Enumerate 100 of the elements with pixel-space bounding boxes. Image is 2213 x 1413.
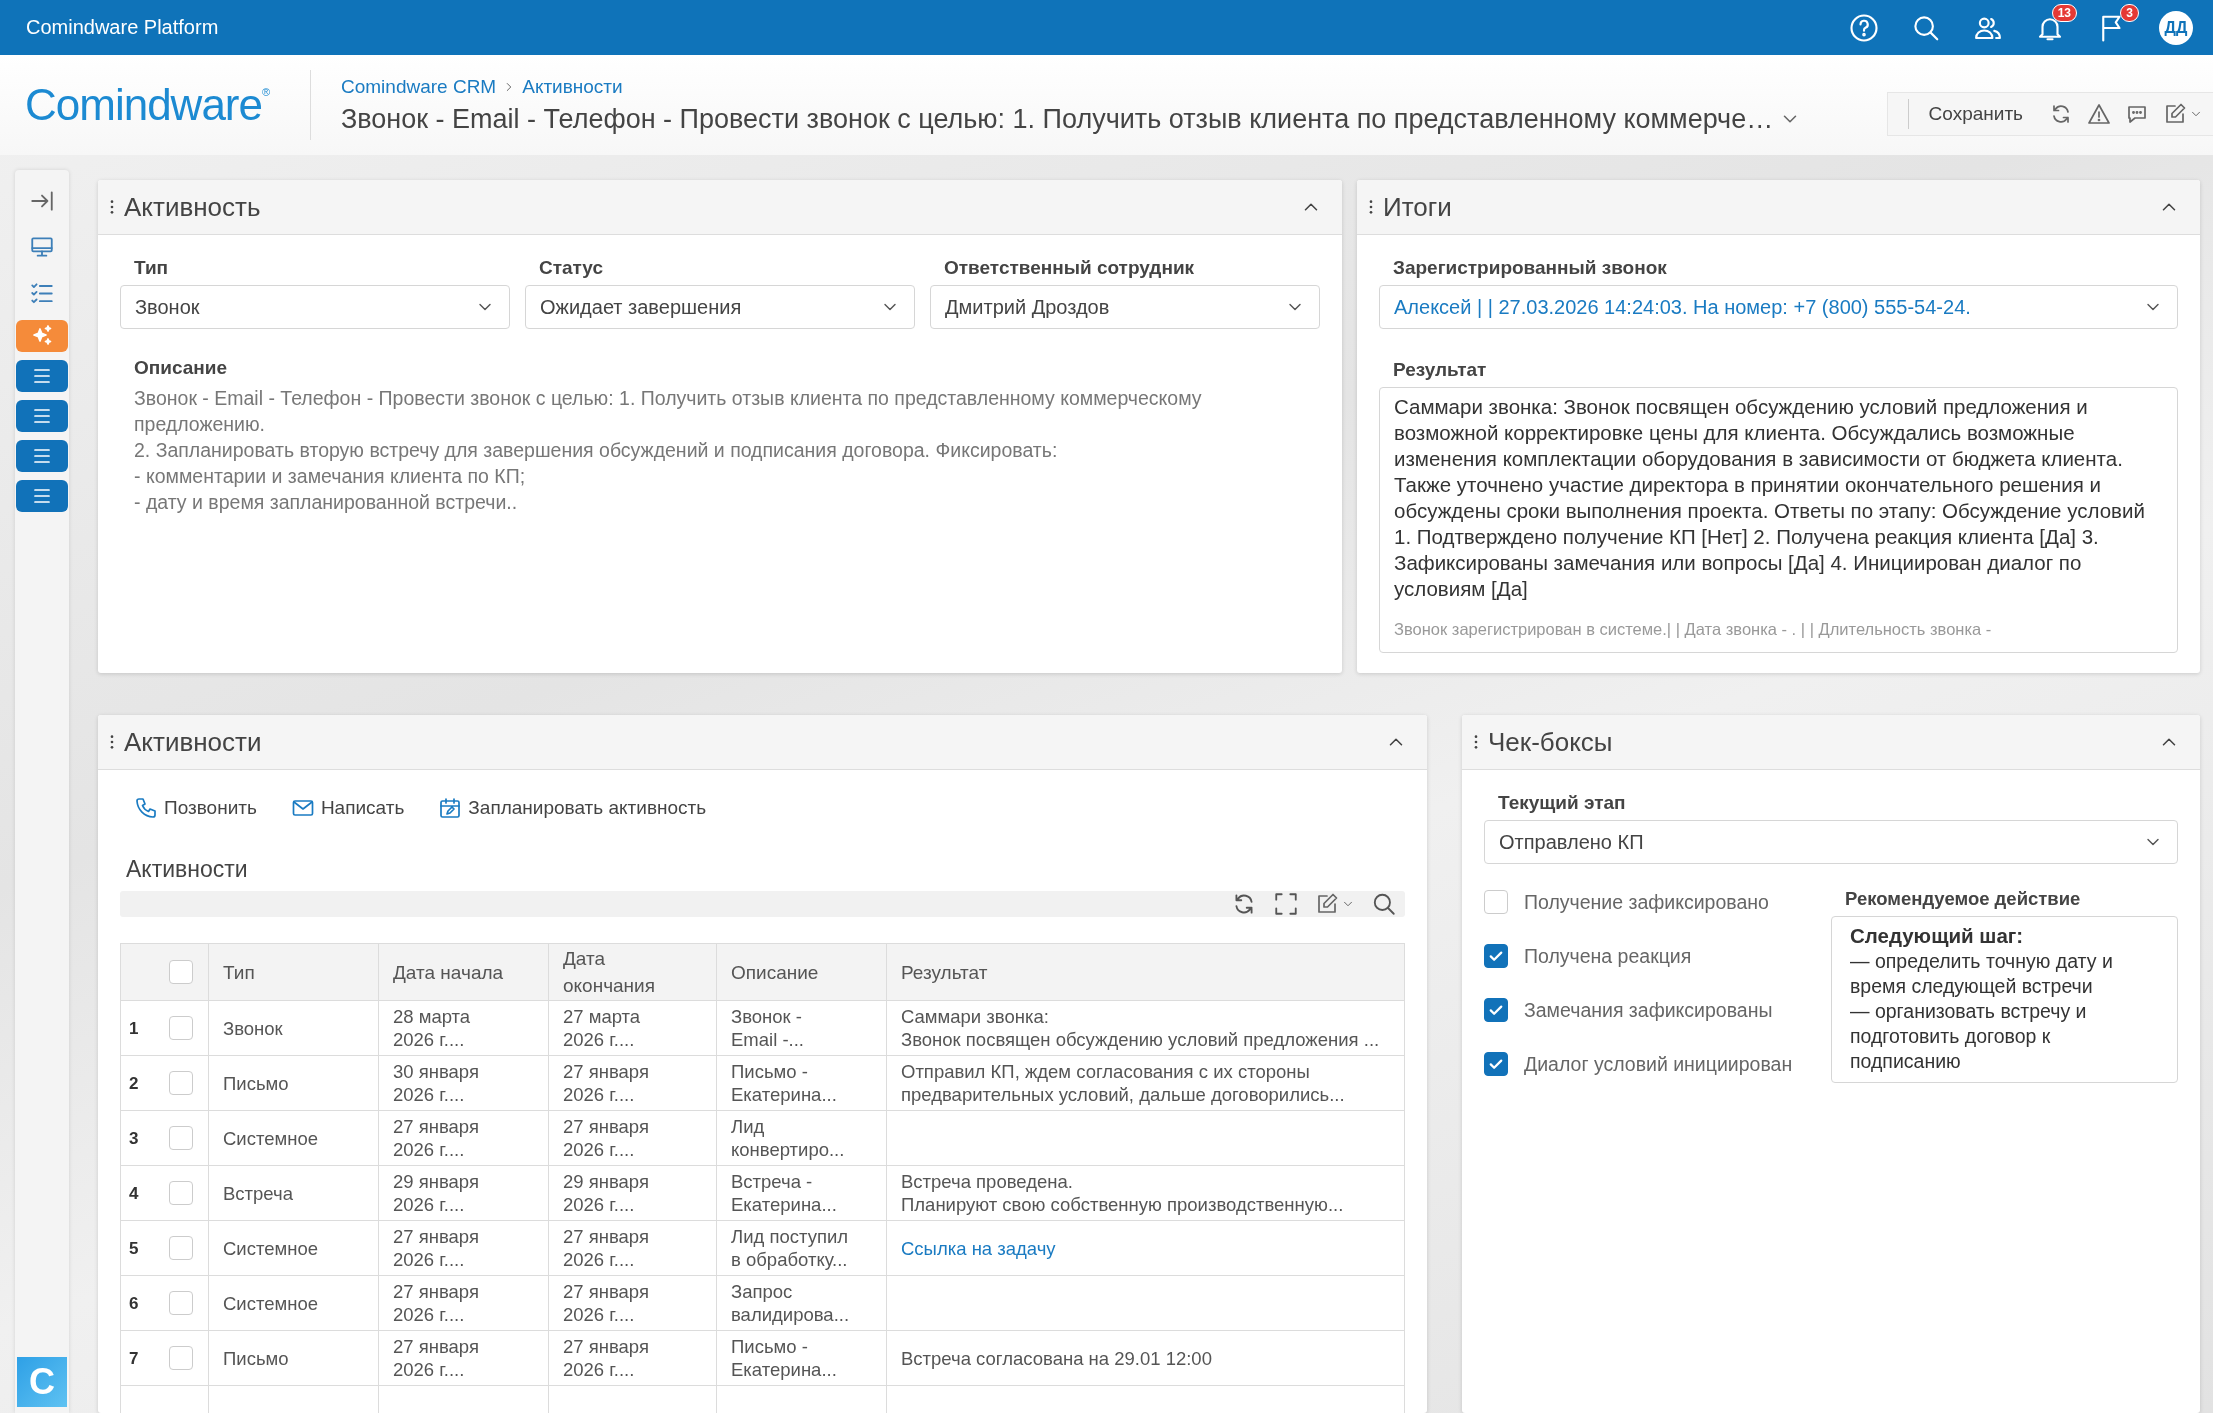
- table-cell: Встреча проведена. Планируют свою собственную производственную...: [901, 1171, 1344, 1215]
- description-text: Звонок - Email - Телефон - Провести звонок с целью: 1. Получить отзыв клиента по представленному коммерческому предложению. 2. Запланировать вторую встречу для завершения обсуждений и подписания договора. Фиксировать: - комментарии и замечания клиента по КП; - дату и время запланированной встречи..: [133, 386, 1203, 515]
- panel-title: Активности: [124, 726, 262, 758]
- table-cell: Письмо - Екатерина...: [716, 1330, 887, 1386]
- dropdown-field[interactable]: Алексей | | 27.03.2026 14:24:03. На номер: +7 (800) 555-54-24.: [1379, 285, 2178, 329]
- table-cell: 29 января 2026 г....: [548, 1165, 717, 1221]
- edit-icon[interactable]: [1315, 892, 1339, 916]
- result-note: Звонок зарегистрирован в системе.| | Дата звонка - . | | Длительность звонка -: [1394, 620, 1993, 639]
- table-cell: 27 января 2026 г....: [548, 1275, 717, 1331]
- checklist-icon[interactable]: [29, 280, 55, 306]
- field-label: Текущий этап: [1498, 792, 1627, 814]
- row-number: 2: [120, 1055, 159, 1111]
- table-cell: 27 января 2026 г....: [548, 1330, 717, 1386]
- breadcrumb-link[interactable]: Активности: [522, 75, 623, 98]
- sparkle-icon: [30, 324, 54, 348]
- field-label: Статус: [539, 257, 605, 279]
- table-cell: 27 января 2026 г....: [548, 1220, 717, 1276]
- save-button[interactable]: Сохранить: [1907, 99, 2035, 129]
- panel-title: Итоги: [1383, 191, 1452, 223]
- row-number: 6: [120, 1275, 159, 1331]
- message-badge: 3: [2120, 3, 2139, 22]
- column-header[interactable]: Результат: [901, 958, 1026, 986]
- field-label: Результат: [1393, 359, 1488, 381]
- result-field[interactable]: [1379, 387, 2178, 653]
- row-number: 3: [120, 1110, 159, 1166]
- dropdown-field[interactable]: Отправлено КП: [1484, 820, 2178, 864]
- monitor-icon[interactable]: [29, 234, 55, 260]
- recommendation-text: Следующий шаг: — определить точную дату и время следующей встречи — организовать встречу и подготовить договор к подписанию: [1831, 916, 2178, 1083]
- table-cell: Письмо: [208, 1330, 379, 1386]
- logo: Comindware$^{®}$: [25, 80, 270, 130]
- table-cell: Звонок - Email -...: [716, 1000, 887, 1056]
- checkbox-label: Получена реакция: [1524, 944, 1692, 968]
- table-cell: Лид поступил в обработку...: [716, 1220, 887, 1276]
- table-cell: 29 января 2026 г....: [378, 1165, 549, 1221]
- user-avatar[interactable]: ДД: [2159, 10, 2193, 45]
- app-title: Comindware Platform: [26, 16, 220, 39]
- dropdown-field[interactable]: Звонок: [120, 285, 510, 329]
- grid-title: Активности: [126, 856, 249, 883]
- row-number: 7: [120, 1330, 159, 1386]
- table-cell: Письмо: [208, 1055, 379, 1111]
- table-cell: 30 января 2026 г....: [378, 1055, 549, 1111]
- action-button[interactable]: Запланировать активность: [438, 796, 707, 820]
- phone-icon: [134, 796, 158, 820]
- dropdown-field[interactable]: Ожидает завершения: [525, 285, 915, 329]
- checkbox[interactable]: [1484, 998, 1508, 1022]
- dropdown-field[interactable]: Дмитрий Дроздов: [930, 285, 1320, 329]
- help-icon[interactable]: [1849, 12, 1879, 43]
- checkbox-label: Получение зафиксировано: [1524, 890, 1769, 914]
- table-cell: Письмо - Екатерина...: [716, 1055, 887, 1111]
- sidebar-item[interactable]: [16, 400, 68, 432]
- panel-title: Активность: [124, 191, 261, 223]
- calendar-icon: [438, 796, 463, 820]
- checkbox[interactable]: [1484, 1052, 1508, 1076]
- sidebar-item[interactable]: [16, 440, 68, 472]
- field-label: Описание: [134, 357, 229, 379]
- search-icon[interactable]: [1371, 891, 1397, 917]
- field-label: Зарегистрированный звонок: [1393, 257, 1668, 279]
- result-text: Саммари звонка: Звонок посвящен обсуждению условий предложения и возможной корректировке цены для клиента. Обсуждались возможные изменения комплектации оборудования в зависимости от бюджета клиента. Также уточнено участие директора в принятии окончательного решения и обсуждены сроки выполнения проекта. Ответы по этапу: Обсуждение условий 1. Подтверждено получение КП [Нет] 2. Получена реакция клиента [Да] 3. Зафиксированы замечания или вопросы [Да] 4. Инициирован диалог по условиям [Да]: [1394, 394, 2146, 602]
- table-cell: 28 марта 2026 г....: [378, 1000, 549, 1056]
- table-cell: 27 января 2026 г....: [548, 1055, 717, 1111]
- breadcrumb-link[interactable]: Comindware CRM: [341, 75, 497, 98]
- action-button[interactable]: Написать: [290, 796, 405, 820]
- task-link[interactable]: Ссылка на задачу: [901, 1237, 1056, 1259]
- row-number: 4: [120, 1165, 159, 1221]
- edit-menu-button[interactable]: [1315, 892, 1355, 916]
- field-label: Ответственный сотрудник: [944, 257, 1196, 279]
- field-label: Тип: [134, 257, 170, 279]
- checkbox[interactable]: [1484, 944, 1508, 968]
- notification-badge: 13: [2051, 3, 2077, 22]
- table-cell: Системное: [208, 1220, 379, 1276]
- table-cell: Запрос валидирова...: [716, 1275, 887, 1331]
- table-cell: Системное: [208, 1275, 379, 1331]
- edit-icon[interactable]: [2163, 102, 2187, 126]
- table-cell: 27 января 2026 г....: [378, 1275, 549, 1331]
- fullscreen-icon[interactable]: [1273, 891, 1299, 917]
- table-cell: Лид конвертиро...: [716, 1110, 887, 1166]
- table-cell: Отправил КП, ждем согласования с их стороны предварительных условий, дальше договорились...: [901, 1061, 1345, 1105]
- page-title: Звонок - Email - Телефон - Провести звонок с целью: 1. Получить отзыв клиента по представленному коммерче…: [341, 103, 1774, 135]
- panel-title: Чек-боксы: [1488, 726, 1613, 758]
- edit-menu-button[interactable]: [2163, 102, 2203, 126]
- table-cell: 27 марта 2026 г....: [548, 1000, 717, 1056]
- table-cell: Звонок: [208, 1000, 379, 1056]
- table-cell: 27 января 2026 г....: [378, 1220, 549, 1276]
- table-cell: Саммари звонка: Звонок посвящен обсуждению условий предложения ...: [901, 1006, 1380, 1050]
- table-cell: Встреча: [208, 1165, 379, 1221]
- row-number: 1: [120, 1000, 159, 1056]
- table-cell: 27 января 2026 г....: [378, 1330, 549, 1386]
- sidebar-item[interactable]: [16, 480, 68, 512]
- table-cell: 27 января 2026 г....: [378, 1110, 549, 1166]
- field-label: Рекомендуемое действие: [1845, 888, 2082, 910]
- action-button[interactable]: Позвонить: [134, 796, 257, 820]
- table-cell: Встреча - Екатерина...: [716, 1165, 887, 1221]
- row-number: 5: [120, 1220, 159, 1276]
- warning-icon[interactable]: [2087, 102, 2111, 126]
- checkbox-label: Диалог условий инициирован: [1524, 1052, 1793, 1076]
- table-cell: Системное: [208, 1110, 379, 1166]
- table-cell: 27 января 2026 г....: [548, 1110, 717, 1166]
- checkbox-label: Замечания зафиксированы: [1524, 998, 1773, 1022]
- sidebar-item[interactable]: [16, 360, 68, 392]
- table-cell: Встреча согласована на 29.01 12:00: [901, 1347, 1212, 1369]
